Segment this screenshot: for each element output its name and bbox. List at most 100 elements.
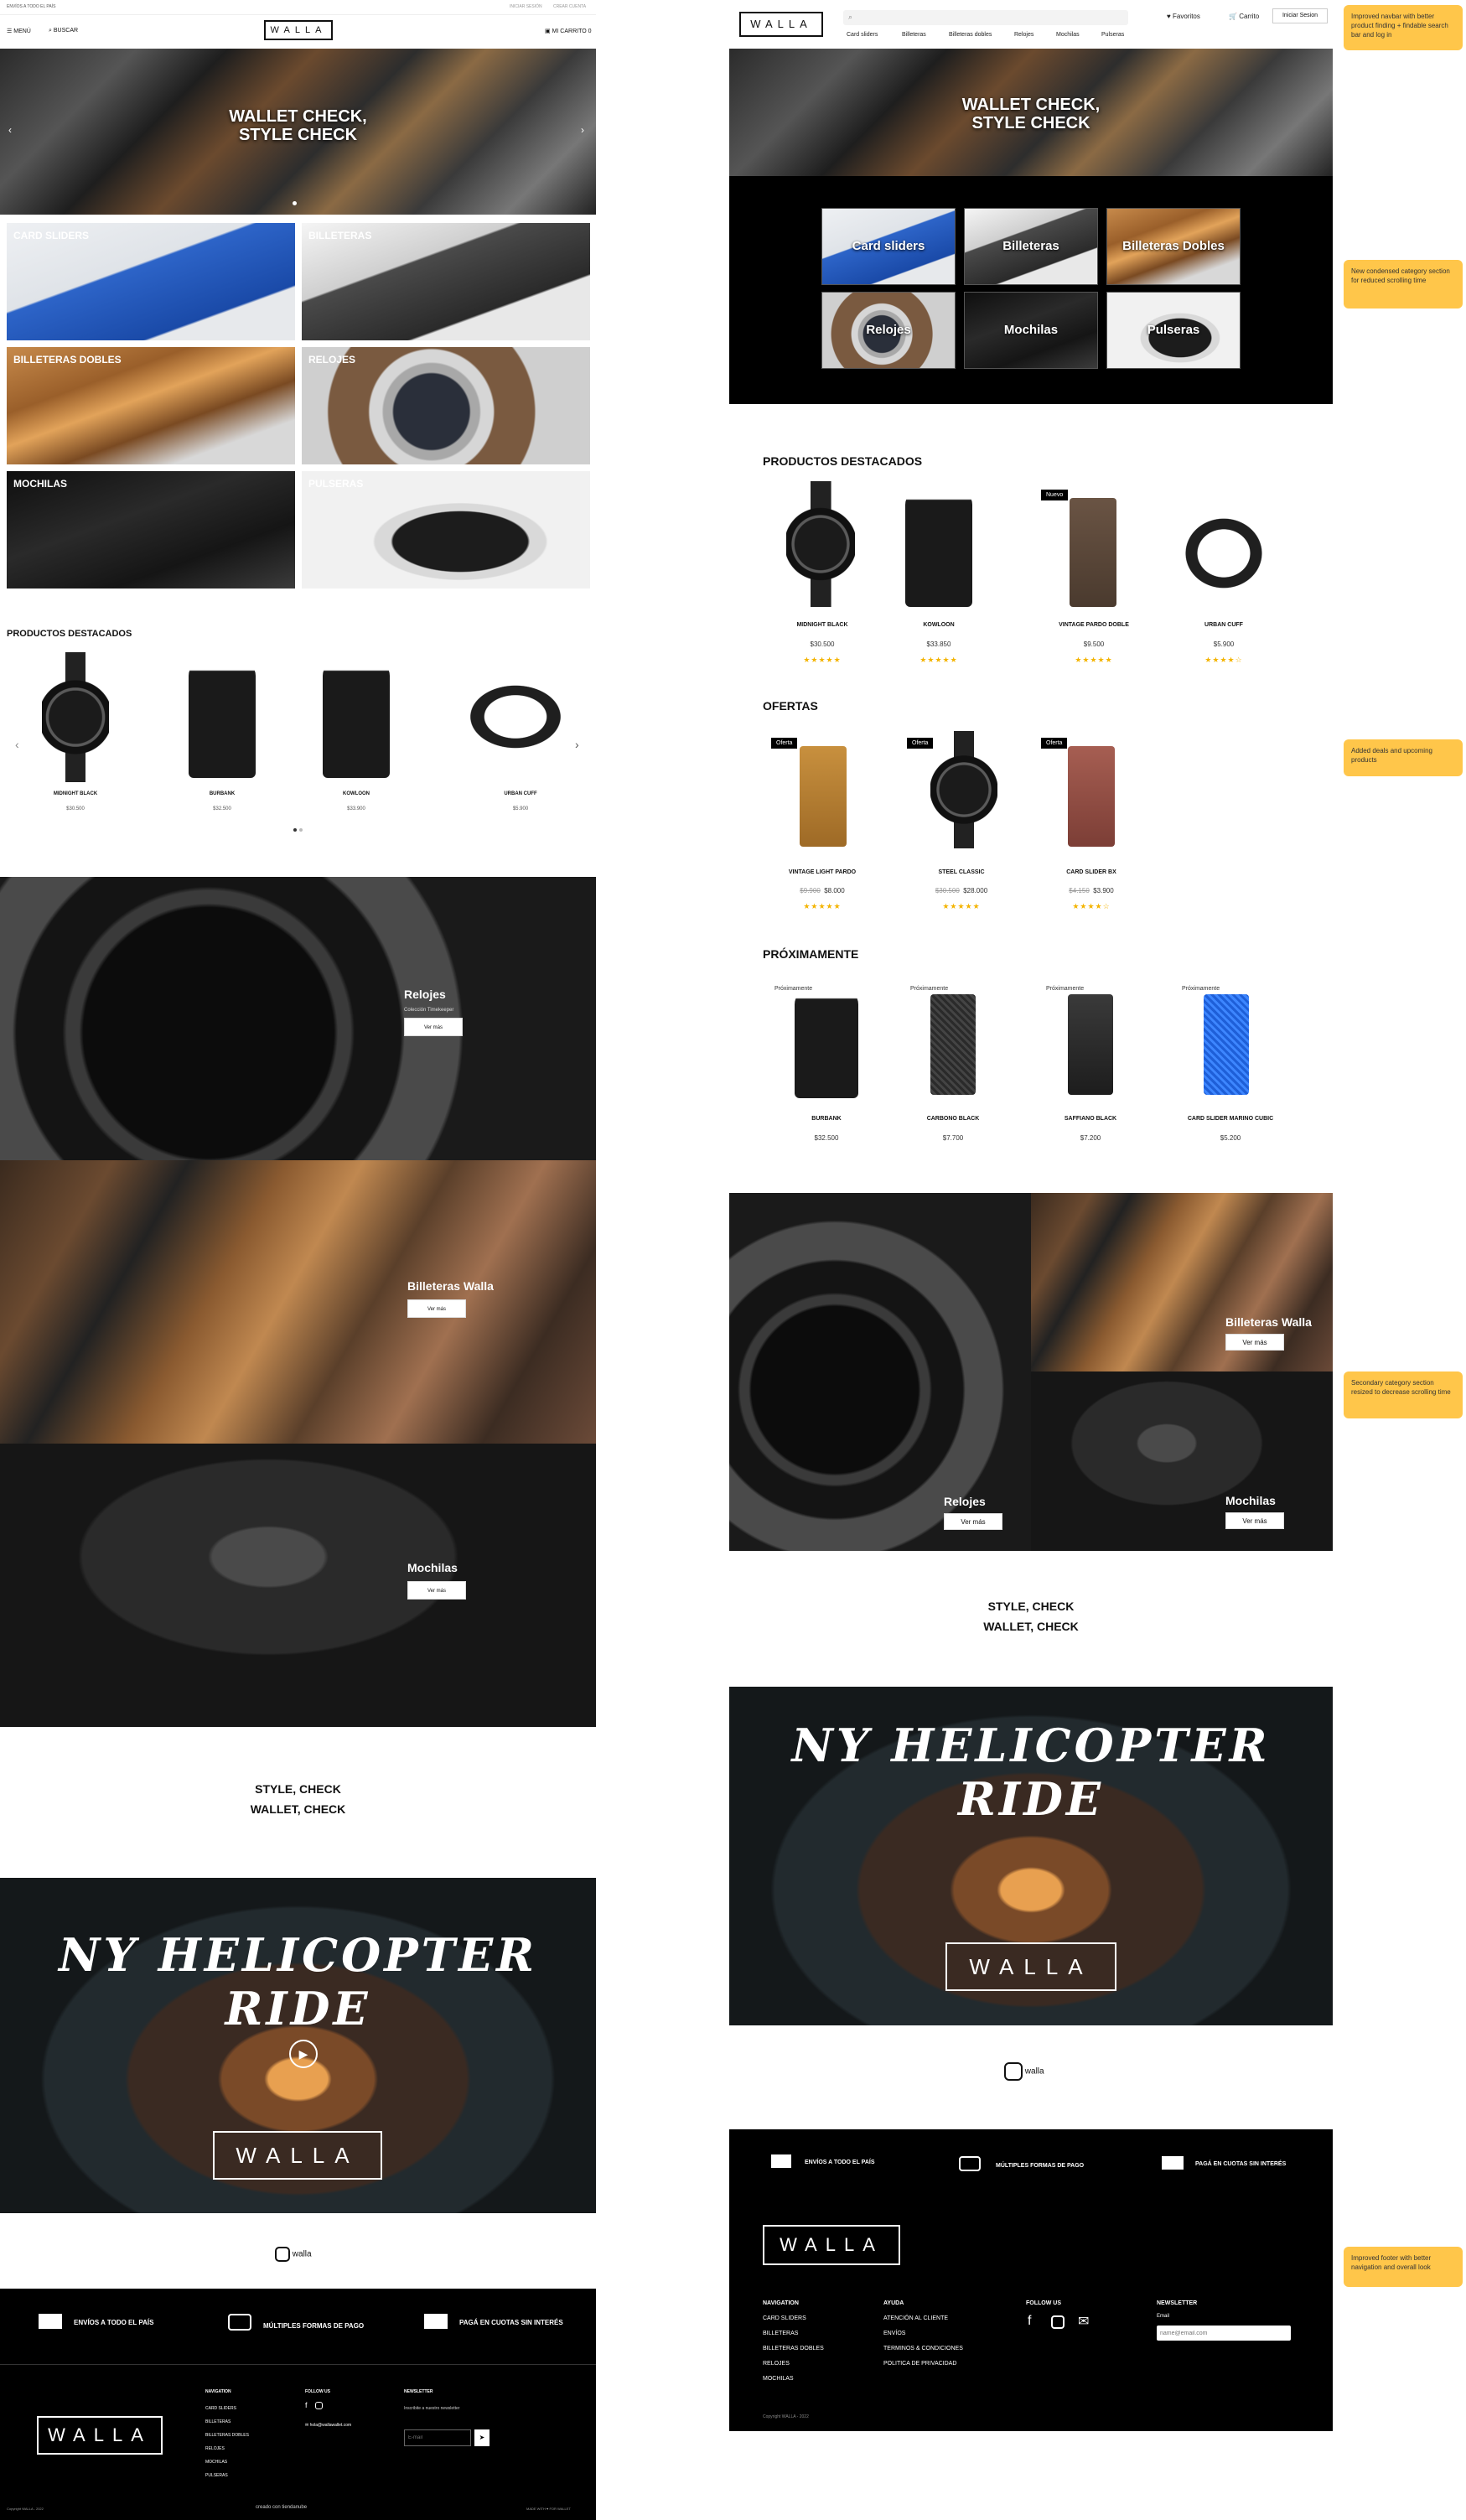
product-name[interactable]: SAFFIANO BLACK — [1036, 1116, 1145, 1122]
product-image[interactable] — [1068, 994, 1113, 1095]
newsletter-input[interactable] — [1157, 2326, 1291, 2341]
category-mochilas[interactable]: Mochilas — [964, 292, 1098, 369]
footer-nav-link[interactable]: MOCHILAS — [763, 2376, 794, 2382]
mail-icon[interactable]: ✉ — [1078, 2313, 1089, 2330]
product-image[interactable] — [786, 481, 855, 607]
category-relojes[interactable]: RELOJES — [302, 347, 590, 464]
newsletter-input[interactable] — [404, 2429, 471, 2446]
see-more-button[interactable]: Ver más — [407, 1581, 466, 1600]
chevron-left-icon[interactable]: ‹ — [8, 124, 12, 136]
footer-nav-link[interactable]: CARD SLIDERS — [205, 2406, 236, 2411]
product-image[interactable] — [1204, 994, 1249, 1095]
product-name[interactable]: KOWLOON — [884, 622, 993, 628]
product-image[interactable] — [189, 661, 256, 778]
register-link[interactable]: CREAR CUENTA — [553, 4, 586, 9]
footer-nav-link[interactable]: MOCHILAS — [205, 2460, 227, 2465]
chevron-left-icon[interactable]: ‹ — [15, 738, 19, 751]
product-image[interactable] — [795, 989, 858, 1098]
slider-dot[interactable] — [293, 828, 297, 832]
nav-link[interactable]: Relojes — [1014, 32, 1033, 38]
product-name[interactable]: MIDNIGHT BLACK — [768, 622, 877, 628]
instagram-icon[interactable] — [1051, 2315, 1065, 2329]
product-name[interactable]: KOWLOON — [302, 791, 411, 796]
product-image[interactable] — [1178, 511, 1270, 595]
product-name[interactable]: CARD SLIDER BX — [1037, 869, 1146, 875]
nav-link[interactable]: Card sliders — [847, 32, 878, 38]
cart-link[interactable]: 🛒 Carrito — [1229, 13, 1259, 20]
see-more-button[interactable]: Ver más — [944, 1513, 1002, 1530]
product-image[interactable] — [461, 679, 570, 754]
footer-nav-link[interactable]: PULSERAS — [205, 2473, 228, 2478]
footer-nav-link[interactable]: BILLETERAS DOBLES — [763, 2346, 824, 2351]
video-banner[interactable]: NY HELICOPTER RIDE WALLA — [729, 1687, 1333, 2025]
play-icon[interactable]: ▶ — [289, 2040, 318, 2068]
product-name[interactable]: VINTAGE LIGHT PARDO — [768, 869, 877, 875]
hero-banner[interactable]: WALLET CHECK, STYLE CHECK ‹ › — [0, 49, 596, 215]
see-more-button[interactable]: Ver más — [1225, 1512, 1284, 1529]
nav-link[interactable]: Mochilas — [1056, 32, 1080, 38]
hero-banner[interactable]: WALLET CHECK, STYLE CHECK — [729, 49, 1333, 176]
footer-help-link[interactable]: ATENCIÓN AL CLIENTE — [883, 2315, 948, 2321]
category-billeteras[interactable]: Billeteras — [964, 208, 1098, 285]
facebook-icon[interactable]: f — [305, 2401, 308, 2409]
login-button[interactable]: Iniciar Sesion — [1272, 8, 1328, 23]
facebook-icon[interactable]: f — [1028, 2314, 1031, 2329]
footer-nav-link[interactable]: RELOJES — [205, 2446, 225, 2451]
footer-logo[interactable]: WALLA — [763, 2225, 900, 2265]
menu-button[interactable]: ☰ MENÚ — [7, 28, 31, 34]
footer-nav-link[interactable]: BILLETERAS — [763, 2331, 798, 2336]
product-image[interactable] — [1068, 746, 1115, 847]
product-image[interactable] — [930, 994, 976, 1095]
footer-nav-link[interactable]: BILLETERAS DOBLES — [205, 2433, 249, 2438]
logo[interactable]: WALLA — [264, 20, 333, 40]
product-image[interactable] — [42, 652, 109, 782]
cart-button[interactable]: ▣ MI CARRITO 0 — [545, 28, 592, 34]
product-image[interactable] — [323, 661, 390, 778]
video-banner[interactable]: NY HELICOPTER RIDE ▶ WALLA — [0, 1878, 596, 2213]
search-button[interactable]: ⌕ BUSCAR — [49, 28, 78, 34]
product-name[interactable]: BURBANK — [168, 791, 277, 796]
footer-nav-link[interactable]: CARD SLIDERS — [763, 2315, 806, 2321]
category-billeteras[interactable]: BILLETERAS — [302, 223, 590, 340]
platform-logo[interactable]: tiendanube — [282, 2505, 307, 2510]
footer-help-link[interactable]: TERMINOS & CONDICIONES — [883, 2346, 963, 2351]
email-link[interactable]: ✉ hola@wallawallet.com — [305, 2423, 351, 2428]
grid-mochilas[interactable]: Mochilas Ver más — [1031, 1371, 1333, 1551]
nav-link[interactable]: Pulseras — [1101, 32, 1124, 38]
instagram-link[interactable]: walla — [1004, 2062, 1044, 2081]
footer-help-link[interactable]: POLITICA DE PRIVACIDAD — [883, 2361, 956, 2367]
banner-relojes[interactable]: Relojes Colección Timekeeper Ver más — [0, 877, 596, 1160]
product-image[interactable] — [800, 746, 847, 847]
see-more-button[interactable]: Ver más — [1225, 1334, 1284, 1351]
product-image[interactable] — [930, 731, 997, 848]
nav-link[interactable]: Billeteras dobles — [949, 32, 992, 38]
grid-relojes[interactable]: Relojes Ver más — [729, 1193, 1031, 1551]
see-more-button[interactable]: Ver más — [407, 1299, 466, 1318]
chevron-right-icon[interactable]: › — [575, 738, 579, 751]
banner-mochilas[interactable]: Mochilas Ver más — [0, 1444, 596, 1727]
slider-dot[interactable] — [299, 828, 303, 832]
product-image[interactable] — [905, 490, 972, 607]
product-name[interactable]: CARD SLIDER MARINO CUBIC — [1172, 1116, 1289, 1122]
product-name[interactable]: URBAN CUFF — [1169, 622, 1278, 628]
category-card-sliders[interactable]: Card sliders — [821, 208, 956, 285]
category-billeteras-dobles[interactable]: Billeteras Dobles — [1106, 208, 1241, 285]
submit-arrow-icon[interactable]: ➤ — [474, 2429, 490, 2446]
instagram-icon[interactable] — [315, 2402, 323, 2409]
category-billeteras-dobles[interactable]: BILLETERAS DOBLES — [7, 347, 295, 464]
product-name[interactable]: URBAN CUFF — [466, 791, 575, 796]
category-mochilas[interactable]: MOCHILAS — [7, 471, 295, 589]
logo[interactable]: WALLA — [739, 12, 823, 37]
grid-billeteras[interactable]: Billeteras Walla Ver más — [1031, 1193, 1333, 1371]
login-link[interactable]: INICIAR SESIÓN — [510, 4, 542, 9]
footer-nav-link[interactable]: RELOJES — [763, 2361, 790, 2367]
see-more-button[interactable]: Ver más — [404, 1018, 463, 1036]
product-name[interactable]: STEEL CLASSIC — [907, 869, 1016, 875]
nav-link[interactable]: Billeteras — [902, 32, 926, 38]
category-card-sliders[interactable]: CARD SLIDERS — [7, 223, 295, 340]
chevron-right-icon[interactable]: › — [581, 124, 584, 136]
category-relojes[interactable]: Relojes — [821, 292, 956, 369]
favorites-link[interactable]: ♥ Favoritos — [1167, 13, 1200, 20]
category-pulseras[interactable]: PULSERAS — [302, 471, 590, 589]
product-name[interactable]: VINTAGE PARDO DOBLE — [1039, 622, 1148, 628]
